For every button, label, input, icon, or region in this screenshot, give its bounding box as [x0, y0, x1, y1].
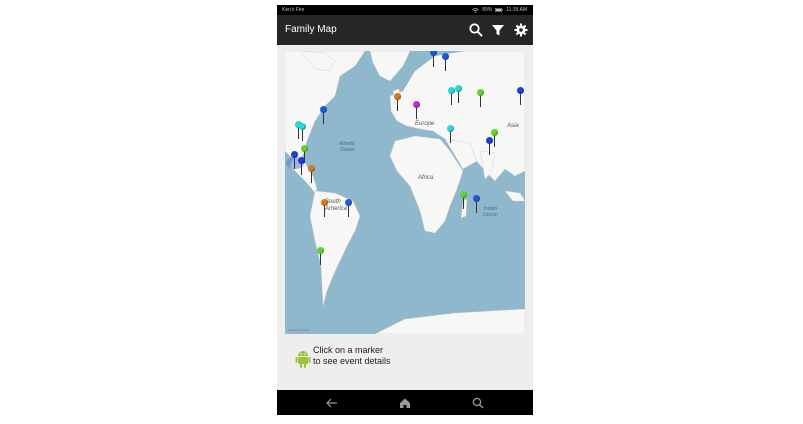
marker-head: [491, 129, 498, 136]
app-bar: Family Map: [277, 15, 533, 45]
marker-head: [321, 199, 328, 206]
marker-pin: [294, 157, 295, 169]
marker-head: [317, 247, 324, 254]
event-marker[interactable]: [317, 247, 325, 271]
battery-percent: 89%: [482, 7, 493, 13]
event-marker[interactable]: [299, 123, 307, 147]
status-bar: Ken's Fire 89% 11:39 AM: [277, 5, 533, 15]
marker-pin: [311, 171, 312, 183]
marker-pin: [301, 163, 302, 175]
marker-pin: [451, 93, 452, 105]
marker-head: [345, 199, 352, 206]
marker-pin: [320, 253, 321, 265]
marker-head: [442, 53, 449, 60]
marker-head: [299, 123, 306, 130]
wifi-icon: [472, 7, 479, 13]
marker-pin: [324, 205, 325, 217]
marker-pin: [445, 59, 446, 71]
marker-head: [394, 93, 401, 100]
marker-head: [460, 191, 467, 198]
status-right: 89% 11:39 AM: [472, 5, 527, 15]
asia-label: Asia: [507, 123, 519, 129]
content-area: Atlantic Ocean Indian Ocean Europe Asia …: [277, 45, 533, 390]
event-info-text: Click on a marker to see event details: [313, 345, 391, 367]
marker-pin: [489, 143, 490, 155]
nav-search-button[interactable]: [471, 396, 485, 410]
marker-head: [430, 51, 437, 56]
marker-head: [473, 195, 480, 202]
event-marker[interactable]: [394, 93, 402, 117]
marker-head: [308, 165, 315, 172]
marker-pin: [323, 112, 324, 124]
marker-pin: [397, 99, 398, 111]
back-button[interactable]: [325, 396, 339, 410]
search-icon: [472, 397, 484, 409]
marker-pin: [433, 55, 434, 67]
event-marker[interactable]: [345, 199, 353, 223]
event-marker[interactable]: [460, 191, 468, 215]
map-attribution: Map data ©2016: [288, 328, 311, 332]
indian-ocean-label: Indian Ocean: [483, 206, 498, 218]
marker-head: [301, 145, 308, 152]
marker-pin: [480, 95, 481, 107]
search-action-button[interactable]: [468, 22, 484, 38]
marker-head: [447, 125, 454, 132]
clock: 11:39 AM: [506, 7, 527, 13]
event-marker[interactable]: [447, 125, 455, 149]
marker-pin: [348, 205, 349, 217]
event-marker[interactable]: [430, 51, 438, 73]
filter-action-button[interactable]: [490, 22, 506, 38]
event-marker[interactable]: [473, 195, 481, 219]
home-button[interactable]: [398, 396, 412, 410]
africa-label: Africa: [418, 175, 434, 181]
marker-head: [413, 101, 420, 108]
event-marker[interactable]: [321, 199, 329, 223]
marker-head: [455, 85, 462, 92]
app-title: Family Map: [285, 24, 337, 35]
carrier-label: Ken's Fire: [282, 7, 305, 13]
filter-icon: [492, 25, 504, 36]
tablet-screen: Ken's Fire 89% 11:39 AM Family Map Atlan…: [277, 5, 533, 415]
marker-pin: [476, 201, 477, 213]
search-icon: [469, 23, 483, 37]
marker-pin: [416, 107, 417, 119]
event-marker[interactable]: [486, 137, 494, 161]
event-info-panel: Click on a marker to see event details: [295, 345, 515, 375]
marker-head: [517, 87, 524, 94]
marker-head: [448, 87, 455, 94]
navigation-bar: [277, 390, 533, 415]
android-icon: [295, 351, 311, 368]
marker-head: [477, 89, 484, 96]
marker-pin: [450, 131, 451, 143]
settings-action-button[interactable]: [513, 22, 529, 38]
event-marker[interactable]: [477, 89, 485, 113]
back-arrow-icon: [326, 398, 337, 408]
marker-pin: [494, 135, 495, 147]
event-marker[interactable]: [298, 157, 306, 181]
event-marker[interactable]: [455, 85, 463, 109]
atlantic-ocean-label: Atlantic Ocean: [339, 141, 356, 153]
marker-head: [291, 151, 298, 158]
event-marker[interactable]: [517, 87, 525, 111]
marker-head: [320, 106, 327, 113]
event-marker[interactable]: [320, 106, 328, 130]
gear-icon: [514, 23, 528, 37]
marker-head: [298, 157, 305, 164]
world-map-land: [285, 51, 525, 334]
marker-pin: [520, 93, 521, 105]
battery-icon: [495, 8, 503, 12]
event-marker[interactable]: [308, 165, 316, 189]
marker-head: [486, 137, 493, 144]
event-info-line1: Click on a marker: [313, 345, 384, 355]
marker-pin: [302, 129, 303, 141]
world-map[interactable]: Atlantic Ocean Indian Ocean Europe Asia …: [285, 51, 525, 334]
home-icon: [400, 398, 410, 408]
event-marker[interactable]: [413, 101, 421, 125]
event-marker[interactable]: [442, 53, 450, 77]
event-info-line2: to see event details: [313, 356, 391, 366]
marker-pin: [463, 197, 464, 209]
marker-pin: [458, 91, 459, 103]
